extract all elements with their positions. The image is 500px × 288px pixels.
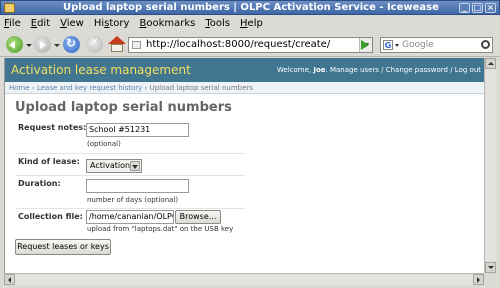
menu-edit[interactable]: Edit bbox=[31, 18, 50, 29]
breadcrumb-history[interactable]: Lease and key request history bbox=[37, 84, 142, 92]
stop-button[interactable] bbox=[86, 36, 103, 53]
window-controls: _ □ × bbox=[459, 3, 496, 13]
request-notes-label: Request notes: bbox=[18, 123, 87, 132]
minimize-button[interactable]: _ bbox=[459, 3, 470, 13]
duration-row: Duration: number of days (optional) bbox=[15, 176, 245, 209]
close-button[interactable]: × bbox=[485, 3, 496, 13]
browse-button[interactable]: Browse... bbox=[175, 210, 221, 224]
breadcrumb-current: Upload laptop serial numbers bbox=[149, 84, 253, 92]
home-button[interactable] bbox=[108, 36, 126, 53]
request-notes-row: Request notes: School #51231 (optional) bbox=[15, 120, 245, 154]
horizontal-scrollbar[interactable] bbox=[4, 273, 484, 285]
back-button[interactable] bbox=[6, 36, 23, 53]
page-favicon-icon bbox=[132, 41, 141, 49]
reload-button[interactable] bbox=[63, 36, 80, 53]
user-tools: Welcome, Joe. Manage users / Change pass… bbox=[277, 66, 481, 74]
menu-help[interactable]: Help bbox=[240, 18, 263, 29]
search-engine-icon[interactable]: G bbox=[383, 40, 393, 50]
menubar: File Edit View History Bookmarks Tools Help bbox=[0, 15, 500, 32]
search-placeholder[interactable]: Google bbox=[402, 40, 434, 50]
breadcrumb: Home › Lease and key request history › U… bbox=[5, 82, 484, 94]
page-viewport: Activation lease management Welcome, Joe… bbox=[4, 58, 484, 273]
duration-help: number of days (optional) bbox=[87, 196, 179, 204]
duration-input[interactable] bbox=[86, 179, 189, 193]
scroll-up-icon[interactable] bbox=[485, 58, 496, 69]
breadcrumb-home[interactable]: Home bbox=[9, 84, 30, 92]
maximize-button[interactable]: □ bbox=[472, 3, 483, 13]
forward-button[interactable] bbox=[34, 36, 51, 53]
request-notes-input[interactable]: School #51231 bbox=[86, 123, 189, 137]
duration-label: Duration: bbox=[18, 179, 61, 188]
welcome-text: Welcome, bbox=[276, 66, 312, 74]
chevron-down-icon bbox=[130, 161, 140, 171]
vertical-scrollbar[interactable] bbox=[484, 58, 496, 273]
resize-corner bbox=[484, 273, 496, 285]
go-button[interactable] bbox=[361, 40, 369, 50]
kind-of-lease-row: Kind of lease: Activation bbox=[15, 154, 245, 176]
scroll-right-icon[interactable] bbox=[473, 274, 484, 285]
back-history-dropdown[interactable] bbox=[26, 44, 32, 47]
scroll-left-icon[interactable] bbox=[4, 274, 15, 285]
request-leases-button[interactable]: Request leases or keys bbox=[15, 239, 111, 255]
navigation-toolbar: http://localhost:8000/request/create/ G … bbox=[0, 32, 500, 57]
page-title: Upload laptop serial numbers bbox=[15, 100, 232, 115]
search-icon[interactable] bbox=[481, 40, 490, 49]
forward-history-dropdown[interactable] bbox=[54, 44, 60, 47]
request-notes-help: (optional) bbox=[87, 140, 121, 148]
site-header: Activation lease management Welcome, Joe… bbox=[5, 58, 484, 82]
user-links[interactable]: . Manage users / Change password / Log o… bbox=[326, 66, 481, 74]
menu-history[interactable]: History bbox=[94, 18, 130, 29]
url-text[interactable]: http://localhost:8000/request/create/ bbox=[146, 39, 330, 50]
collection-file-row: Collection file: /home/cananian/OLPC/ Br… bbox=[15, 209, 245, 235]
search-box[interactable]: G Google bbox=[380, 37, 493, 53]
scroll-down-icon[interactable] bbox=[485, 262, 496, 273]
kind-of-lease-value: Activation bbox=[90, 161, 131, 170]
search-engine-dropdown[interactable] bbox=[395, 44, 399, 47]
app-icon bbox=[4, 3, 15, 13]
window-titlebar: Upload laptop serial numbers | OLPC Acti… bbox=[0, 0, 500, 15]
window-title: Upload laptop serial numbers | OLPC Acti… bbox=[63, 2, 439, 13]
collection-file-help: upload from "laptops.dat" on the USB key bbox=[87, 225, 234, 233]
username: Joe bbox=[313, 66, 326, 74]
menu-file[interactable]: File bbox=[4, 18, 21, 29]
collection-file-input[interactable]: /home/cananian/OLPC/ bbox=[86, 210, 174, 224]
home-icon bbox=[108, 36, 126, 44]
kind-of-lease-select[interactable]: Activation bbox=[86, 159, 142, 173]
menu-bookmarks[interactable]: Bookmarks bbox=[139, 18, 195, 29]
site-title: Activation lease management bbox=[11, 63, 191, 77]
url-bar[interactable]: http://localhost:8000/request/create/ bbox=[128, 37, 373, 53]
breadcrumb-separator: › bbox=[31, 84, 35, 92]
kind-of-lease-label: Kind of lease: bbox=[18, 157, 80, 166]
breadcrumb-separator: › bbox=[144, 84, 148, 92]
menu-tools[interactable]: Tools bbox=[205, 18, 230, 29]
collection-file-label: Collection file: bbox=[18, 212, 83, 221]
menu-view[interactable]: View bbox=[60, 18, 84, 29]
